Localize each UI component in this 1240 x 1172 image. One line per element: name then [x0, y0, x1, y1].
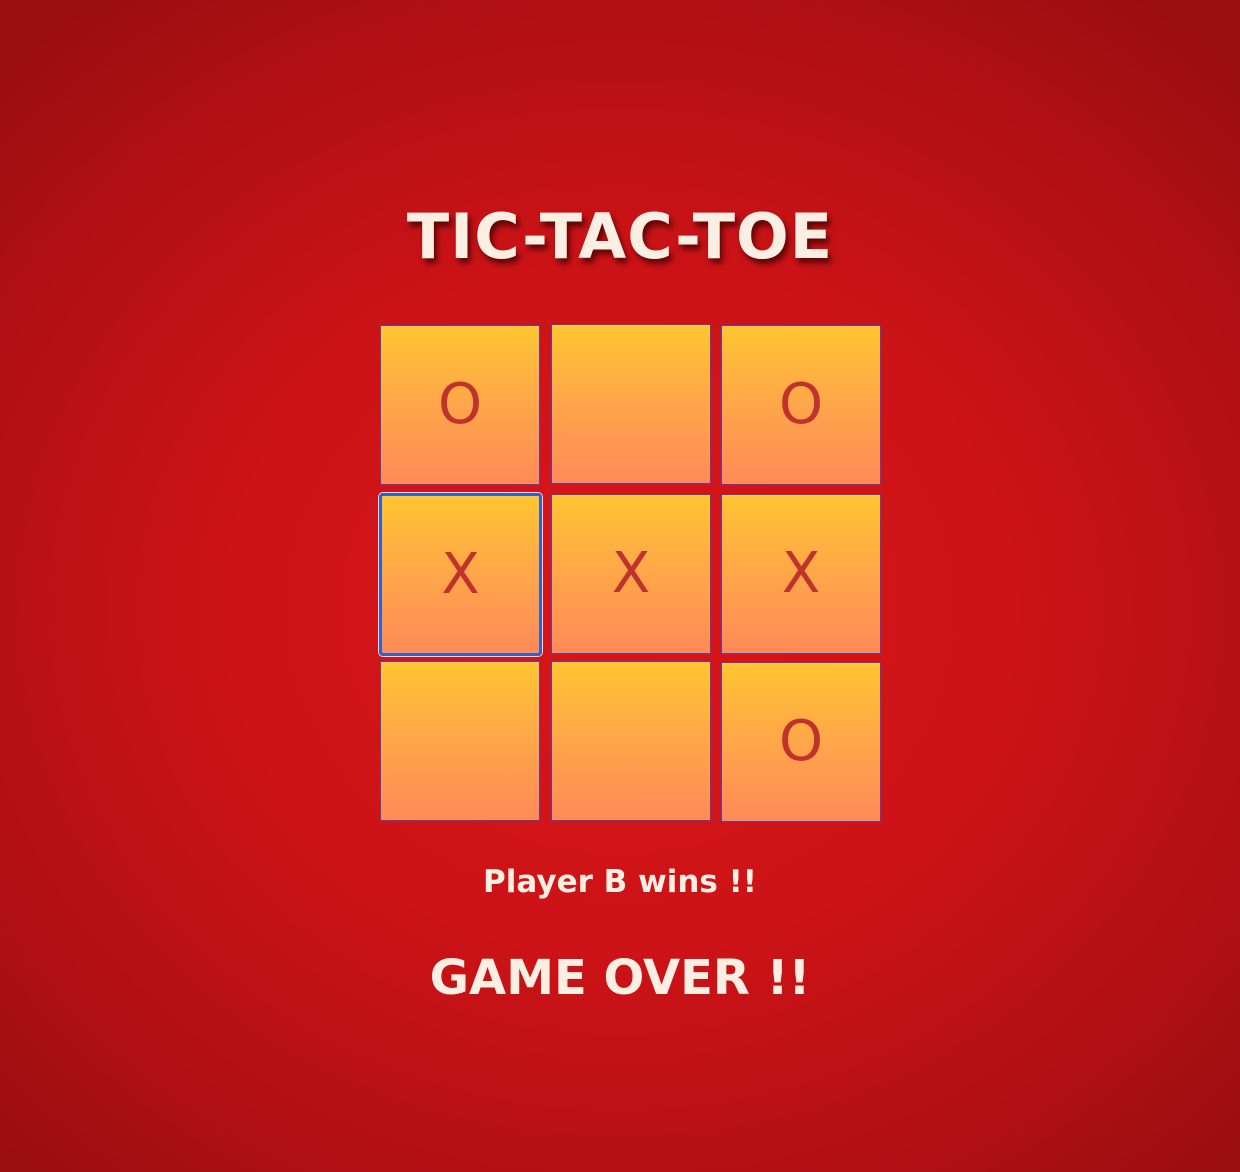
game-board: O O X X X O [379, 324, 881, 822]
board-cell-8[interactable] [551, 661, 711, 821]
board-cell-2[interactable] [551, 324, 711, 484]
board-cell-3[interactable]: O [721, 325, 881, 485]
board-cell-4[interactable]: X [379, 493, 542, 656]
board-cell-9[interactable]: O [721, 662, 881, 822]
game-over-message: GAME OVER !! [429, 950, 811, 1006]
cell-mark: X [611, 541, 651, 606]
board-cell-1[interactable]: O [380, 325, 540, 485]
cell-mark: O [437, 372, 483, 437]
cell-mark: O [778, 372, 824, 437]
game-title: TIC-TAC-TOE [406, 200, 834, 273]
cell-mark: X [441, 541, 480, 607]
board-cell-5[interactable]: X [551, 494, 711, 654]
cell-mark: O [778, 709, 824, 774]
board-cell-7[interactable] [380, 661, 540, 821]
cell-mark: X [781, 541, 821, 606]
board-cell-6[interactable]: X [721, 494, 881, 654]
winner-message: Player B wins !! [483, 864, 757, 900]
